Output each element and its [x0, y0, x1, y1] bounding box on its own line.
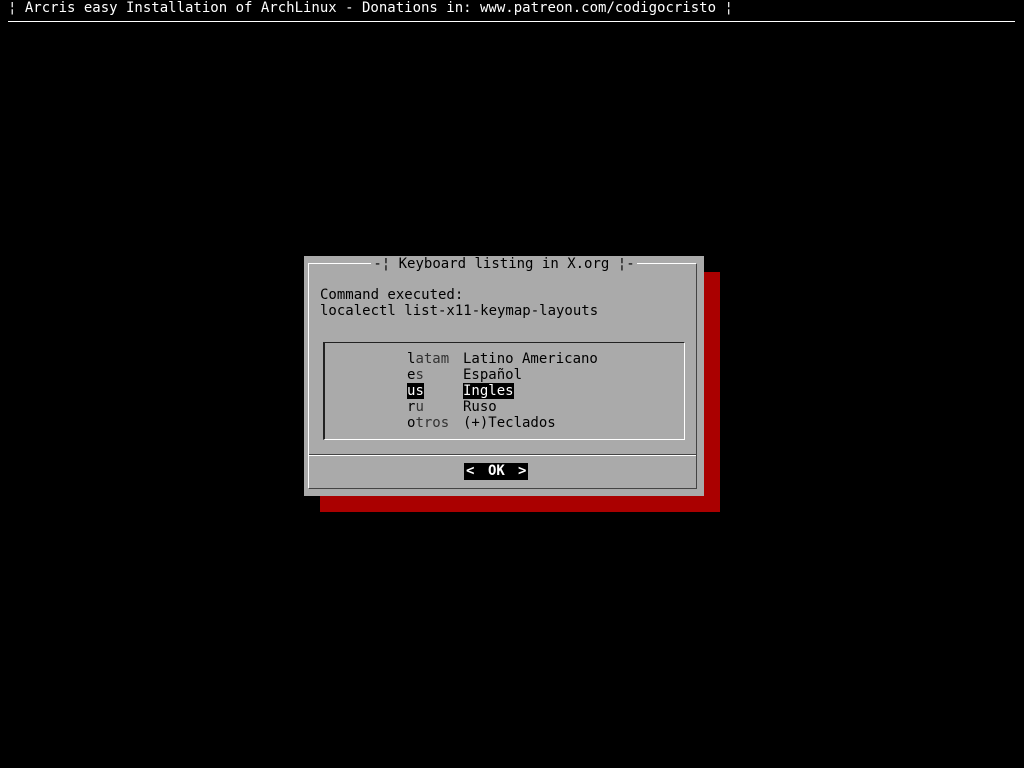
menu-item-desc: (+)Teclados [463, 415, 556, 431]
menu-item-tag: latam [407, 351, 450, 367]
keyboard-dialog: -¦ Keyboard listing in X.org ¦- Command … [304, 256, 704, 496]
menu-item-es[interactable]: es Español [407, 367, 522, 383]
menu-item-latam[interactable]: latam Latino Americano [407, 351, 598, 367]
dialog-title-text: -¦ Keyboard listing in X.org ¦- [371, 256, 637, 272]
ok-button-label: OK [488, 463, 505, 479]
menu-item-tag: otros [407, 415, 450, 431]
menu-item-desc: Ingles [463, 383, 514, 399]
menu-item-desc: Español [463, 367, 523, 383]
dialog-title: -¦ Keyboard listing in X.org ¦- [304, 256, 704, 272]
title-divider [8, 21, 1015, 22]
ok-button[interactable]: < OK > [464, 463, 528, 480]
menu-item-us[interactable]: us Ingles [407, 383, 514, 399]
menu-item-desc: Latino Americano [463, 351, 598, 367]
menu-item-desc: Ruso [463, 399, 497, 415]
menu-item-tag: us [407, 383, 424, 399]
keyboard-menu: latam Latino Americano es Español us Ing… [323, 342, 685, 440]
command-label: Command executed: [320, 287, 464, 303]
menu-item-ru[interactable]: ru Ruso [407, 399, 497, 415]
menu-item-tag: ru [407, 399, 424, 415]
command-text: localectl list-x11-keymap-layouts [320, 303, 599, 319]
menu-item-otros[interactable]: otros (+)Teclados [407, 415, 556, 431]
menu-item-tag: es [407, 367, 424, 383]
button-left-bracket: < [466, 463, 475, 479]
button-separator [309, 454, 696, 456]
window-title: ¦ Arcris easy Installation of ArchLinux … [8, 0, 733, 16]
button-right-bracket: > [518, 463, 527, 479]
